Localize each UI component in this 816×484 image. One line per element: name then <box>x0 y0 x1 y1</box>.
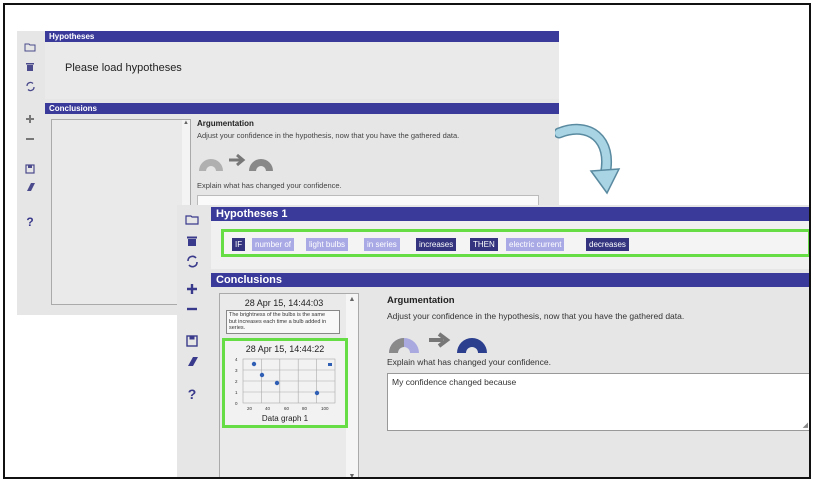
back-conclusions-list[interactable]: ▲ <box>51 119 191 305</box>
back-explain-label: Explain what has changed your confidence… <box>197 181 342 190</box>
help-icon[interactable]: ? <box>177 387 207 401</box>
trash-icon[interactable] <box>177 235 207 249</box>
back-hypotheses-panel: Please load hypotheses <box>45 42 559 99</box>
x-tick-label: 20 <box>247 406 253 411</box>
refresh-icon[interactable] <box>177 255 207 270</box>
y-tick-label: 0 <box>235 401 238 406</box>
back-conclusions-header: Conclusions <box>45 103 559 114</box>
trash-icon[interactable] <box>17 61 43 75</box>
minus-icon[interactable] <box>177 303 207 317</box>
confidence-gauges[interactable] <box>387 323 497 355</box>
x-tick-label: 60 <box>284 406 290 411</box>
hypothesis-token[interactable]: number of <box>252 238 295 251</box>
folder-icon[interactable] <box>17 41 43 55</box>
argumentation-text: Adjust your confidence in the hypothesis… <box>387 311 685 321</box>
help-icon[interactable]: ? <box>17 215 43 229</box>
conclusions-list[interactable]: ▲ ▼ 28 Apr 15, 14:44:03 The brightness o… <box>219 293 359 477</box>
back-argumentation-text: Adjust your confidence in the hypothesis… <box>197 131 460 140</box>
graph-caption: Data graph 1 <box>261 414 309 423</box>
x-tick-label: 40 <box>265 406 271 411</box>
folder-icon[interactable] <box>177 213 207 227</box>
back-confidence-gauges[interactable] <box>197 147 277 173</box>
data-point <box>259 372 265 378</box>
y-tick-label: 2 <box>235 379 238 384</box>
hypothesis-token[interactable]: electric current <box>506 238 565 251</box>
back-argumentation-title: Argumentation <box>197 119 254 128</box>
entry-timestamp: 28 Apr 15, 14:44:03 <box>244 298 324 308</box>
y-tick-label: 1 <box>235 390 238 395</box>
back-gauge-before[interactable] <box>199 159 223 171</box>
explain-value: My confidence changed because <box>392 377 517 387</box>
back-toolbar: ? <box>17 31 43 315</box>
front-window: ? Hypotheses 1 IF number of light bulbs … <box>177 205 809 477</box>
plus-icon[interactable] <box>17 113 43 127</box>
x-tick-label: 100 <box>321 406 329 411</box>
explain-label: Explain what has changed your confidence… <box>387 357 551 367</box>
hypothesis-statement[interactable]: IF number of light bulbs in series incre… <box>221 229 809 257</box>
back-gauge-after[interactable] <box>249 159 273 171</box>
hypothesis-token[interactable]: increases <box>416 238 457 251</box>
y-tick-label: 3 <box>235 368 238 373</box>
entry-timestamp: 28 Apr 15, 14:44:22 <box>245 344 325 354</box>
plus-icon[interactable] <box>177 283 207 297</box>
transition-arrow <box>555 123 621 195</box>
resize-handle-icon[interactable]: ◢ <box>803 421 808 429</box>
front-toolbar: ? <box>177 205 207 477</box>
figure-frame: ? Hypotheses Please load hypotheses Conc… <box>3 3 811 479</box>
back-hypotheses-header: Hypotheses <box>45 31 559 42</box>
back-gauge-arrow <box>229 153 246 167</box>
argumentation-title: Argumentation <box>387 295 455 306</box>
data-point <box>274 380 280 386</box>
data-point <box>251 361 257 367</box>
x-tick-label: 80 <box>302 406 308 411</box>
scroll-down-icon[interactable]: ▼ <box>346 473 358 477</box>
save-icon[interactable] <box>17 163 43 177</box>
hypothesis-token[interactable]: IF <box>232 238 246 251</box>
refresh-icon[interactable] <box>17 81 43 95</box>
hypothesis-token[interactable]: decreases <box>586 238 629 251</box>
gauge-before-fill <box>389 338 404 353</box>
eraser-icon[interactable] <box>17 181 43 195</box>
front-conclusions-header: Conclusions <box>211 273 809 287</box>
hypothesis-token[interactable]: light bulbs <box>306 238 349 251</box>
save-icon[interactable] <box>177 335 207 349</box>
load-hypotheses-message: Please load hypotheses <box>65 62 182 74</box>
gauge-after[interactable] <box>457 338 487 353</box>
entry-note[interactable]: The brightness of the bulbs is the same … <box>226 310 340 334</box>
data-graph-entry[interactable]: 28 Apr 15, 14:44:22 4 3 2 1 0 20 40 60 8… <box>222 338 348 428</box>
legend-marker <box>328 363 332 366</box>
front-hypotheses-panel: IF number of light bulbs in series incre… <box>211 221 809 269</box>
eraser-icon[interactable] <box>177 355 207 369</box>
data-point <box>314 390 320 396</box>
hypothesis-token[interactable]: in series <box>364 238 400 251</box>
minus-icon[interactable] <box>17 133 43 147</box>
front-hypotheses-header: Hypotheses 1 <box>211 207 809 221</box>
mini-scatter-chart: 4 3 2 1 0 20 40 60 80 100 <box>235 357 336 411</box>
y-tick-label: 4 <box>235 357 238 362</box>
gauge-arrow <box>429 332 451 348</box>
hypothesis-token[interactable]: THEN <box>470 238 498 251</box>
explain-textarea[interactable]: My confidence changed because ◢ <box>387 373 809 431</box>
